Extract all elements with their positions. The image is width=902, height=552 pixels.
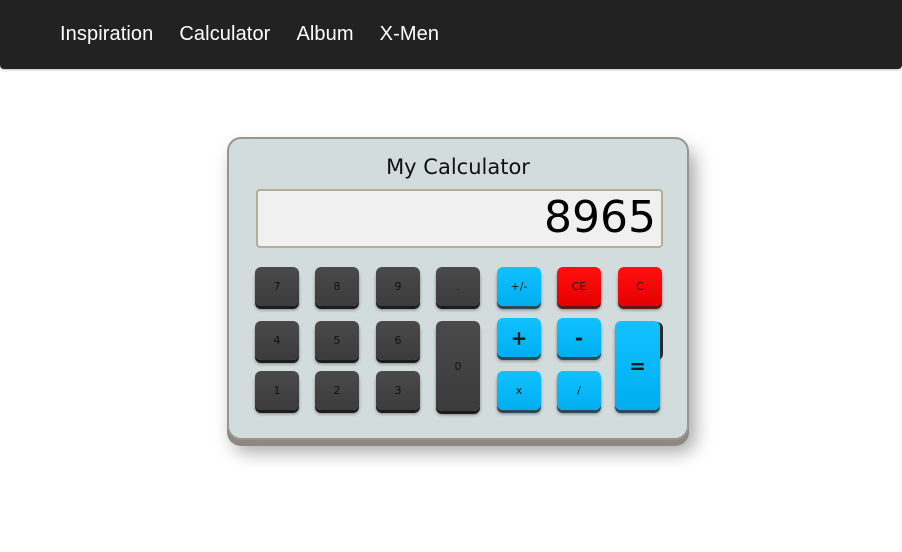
nav-link-inspiration[interactable]: Inspiration [60, 23, 153, 46]
key-plus-minus[interactable]: +/- [497, 267, 541, 306]
key-clear[interactable]: C [618, 267, 662, 306]
calculator: My Calculator 8965 7 8 9 . +/- CE C 4 5 … [227, 137, 689, 440]
calculator-display: 8965 [256, 189, 663, 248]
key-0[interactable]: 0 [436, 321, 480, 411]
nav-link-calculator[interactable]: Calculator [179, 23, 270, 46]
key-6[interactable]: 6 [376, 321, 420, 360]
key-clear-entry[interactable]: CE [557, 267, 601, 306]
top-navbar: Inspiration Calculator Album X-Men [0, 0, 902, 69]
key-9[interactable]: 9 [376, 267, 420, 306]
key-divide[interactable]: / [557, 371, 601, 410]
nav-link-x-men[interactable]: X-Men [380, 23, 439, 46]
calculator-title: My Calculator [386, 155, 530, 179]
key-1[interactable]: 1 [255, 371, 299, 410]
key-5[interactable]: 5 [315, 321, 359, 360]
key-4[interactable]: 4 [255, 321, 299, 360]
key-3[interactable]: 3 [376, 371, 420, 410]
key-subtract[interactable]: - [557, 318, 601, 357]
key-decimal[interactable]: . [436, 267, 480, 306]
nav-link-album[interactable]: Album [296, 23, 353, 46]
key-7[interactable]: 7 [255, 267, 299, 306]
key-multiply[interactable]: x [497, 371, 541, 410]
key-8[interactable]: 8 [315, 267, 359, 306]
key-add[interactable]: + [497, 318, 541, 357]
key-equals[interactable]: = [615, 321, 660, 410]
key-2[interactable]: 2 [315, 371, 359, 410]
